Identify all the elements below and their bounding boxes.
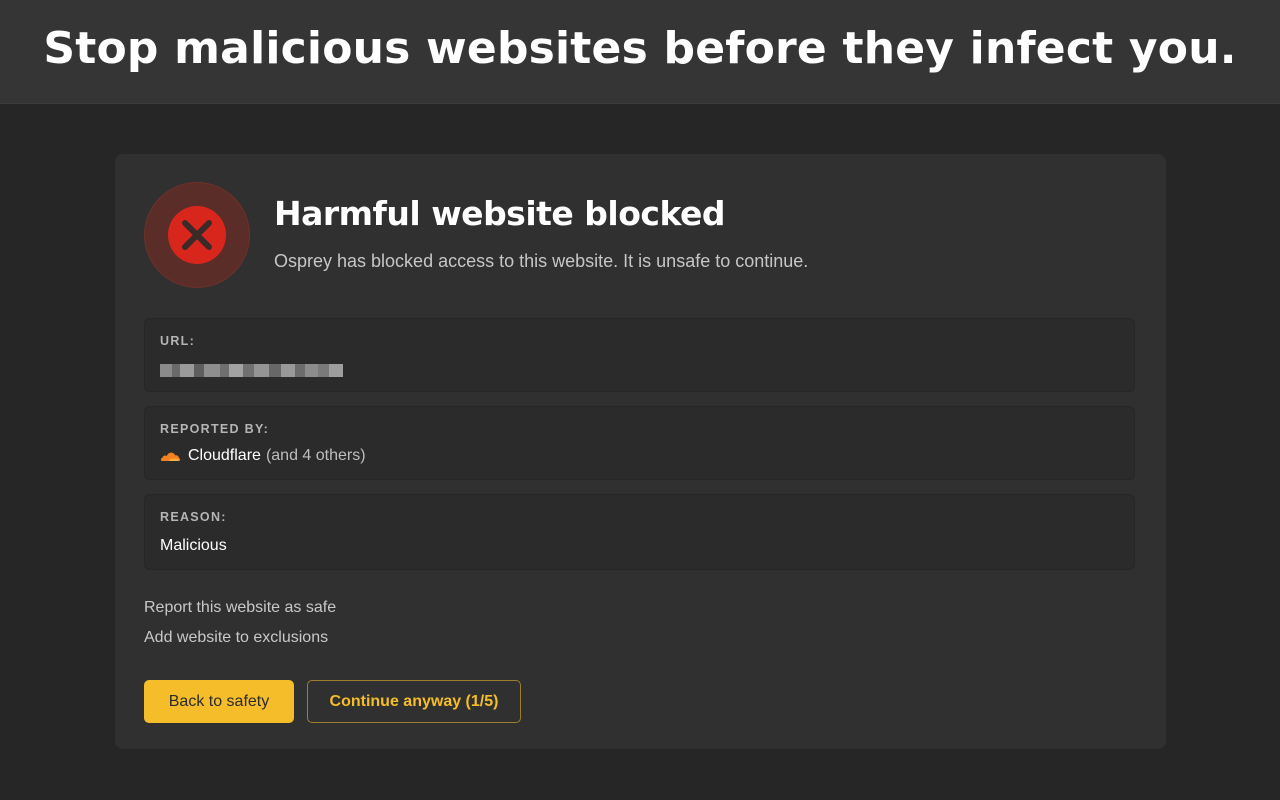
back-to-safety-button[interactable]: Back to safety [144, 680, 294, 723]
reporter-others-count: (and 4 others) [265, 447, 366, 464]
url-info-box: URL: [144, 318, 1135, 392]
page-subtitle: Osprey has blocked access to this websit… [274, 251, 809, 271]
reporter-name: Cloudflare [188, 447, 261, 464]
promo-banner: Stop malicious websites before they infe… [0, 0, 1280, 104]
reported-by-info-box: REPORTED BY: Cloudflare (and 4 others) [144, 406, 1135, 480]
report-safe-link[interactable]: Report this website as safe [144, 599, 336, 617]
url-value-pixelated [160, 363, 343, 378]
blocked-warning-card: Harmful website blocked Osprey has block… [115, 154, 1166, 749]
reason-value: Malicious [160, 537, 227, 554]
page-title: Harmful website blocked [274, 194, 726, 233]
pixelated-url [160, 363, 343, 378]
reason-info-box: REASON: Malicious [144, 494, 1135, 570]
reason-label: REASON: [160, 510, 227, 524]
cloudflare-icon [160, 452, 181, 461]
continue-anyway-button[interactable]: Continue anyway (1/5) [307, 680, 521, 723]
reported-by-value: Cloudflare (and 4 others) [160, 447, 366, 465]
url-label: URL: [160, 334, 196, 348]
error-icon-badge [144, 182, 250, 288]
add-exclusion-link[interactable]: Add website to exclusions [144, 629, 328, 647]
error-x-icon [168, 206, 226, 264]
reported-by-label: REPORTED BY: [160, 422, 270, 436]
banner-headline: Stop malicious websites before they infe… [43, 23, 1237, 74]
